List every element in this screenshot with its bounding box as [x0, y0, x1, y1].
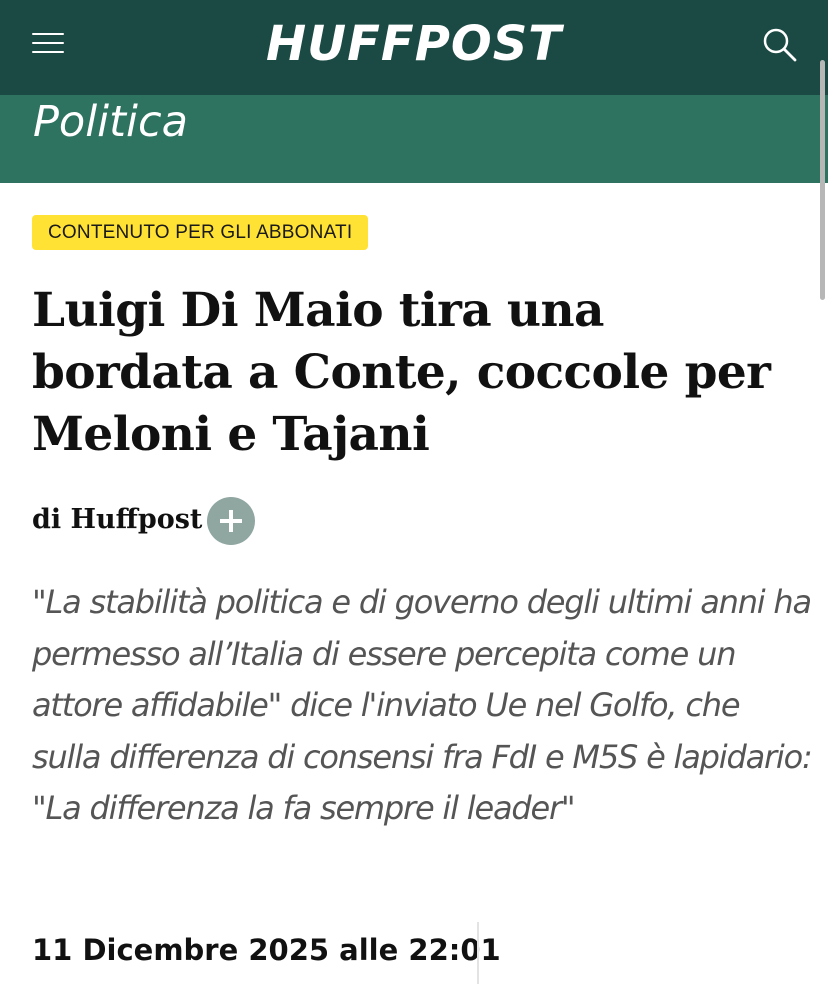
top-navigation-bar: HUFFPOST — [0, 0, 828, 95]
huffpost-logo[interactable]: HUFFPOST — [0, 14, 828, 74]
article-author[interactable]: di Huffpost — [32, 500, 202, 540]
scrollbar[interactable] — [820, 60, 825, 300]
follow-author-button[interactable] — [207, 497, 255, 545]
article-date: 11 Dicembre 2025 alle 22:01 — [32, 933, 501, 967]
article-summary: "La stabilità politica e di governo degl… — [32, 583, 813, 827]
article-headline: Luigi Di Maio tira una bordata a Conte, … — [32, 283, 771, 462]
vertical-divider — [477, 922, 479, 984]
subscriber-content-badge: CONTENUTO PER GLI ABBONATI — [32, 215, 369, 250]
search-icon[interactable] — [760, 25, 800, 65]
section-title[interactable]: Politica — [33, 96, 188, 148]
